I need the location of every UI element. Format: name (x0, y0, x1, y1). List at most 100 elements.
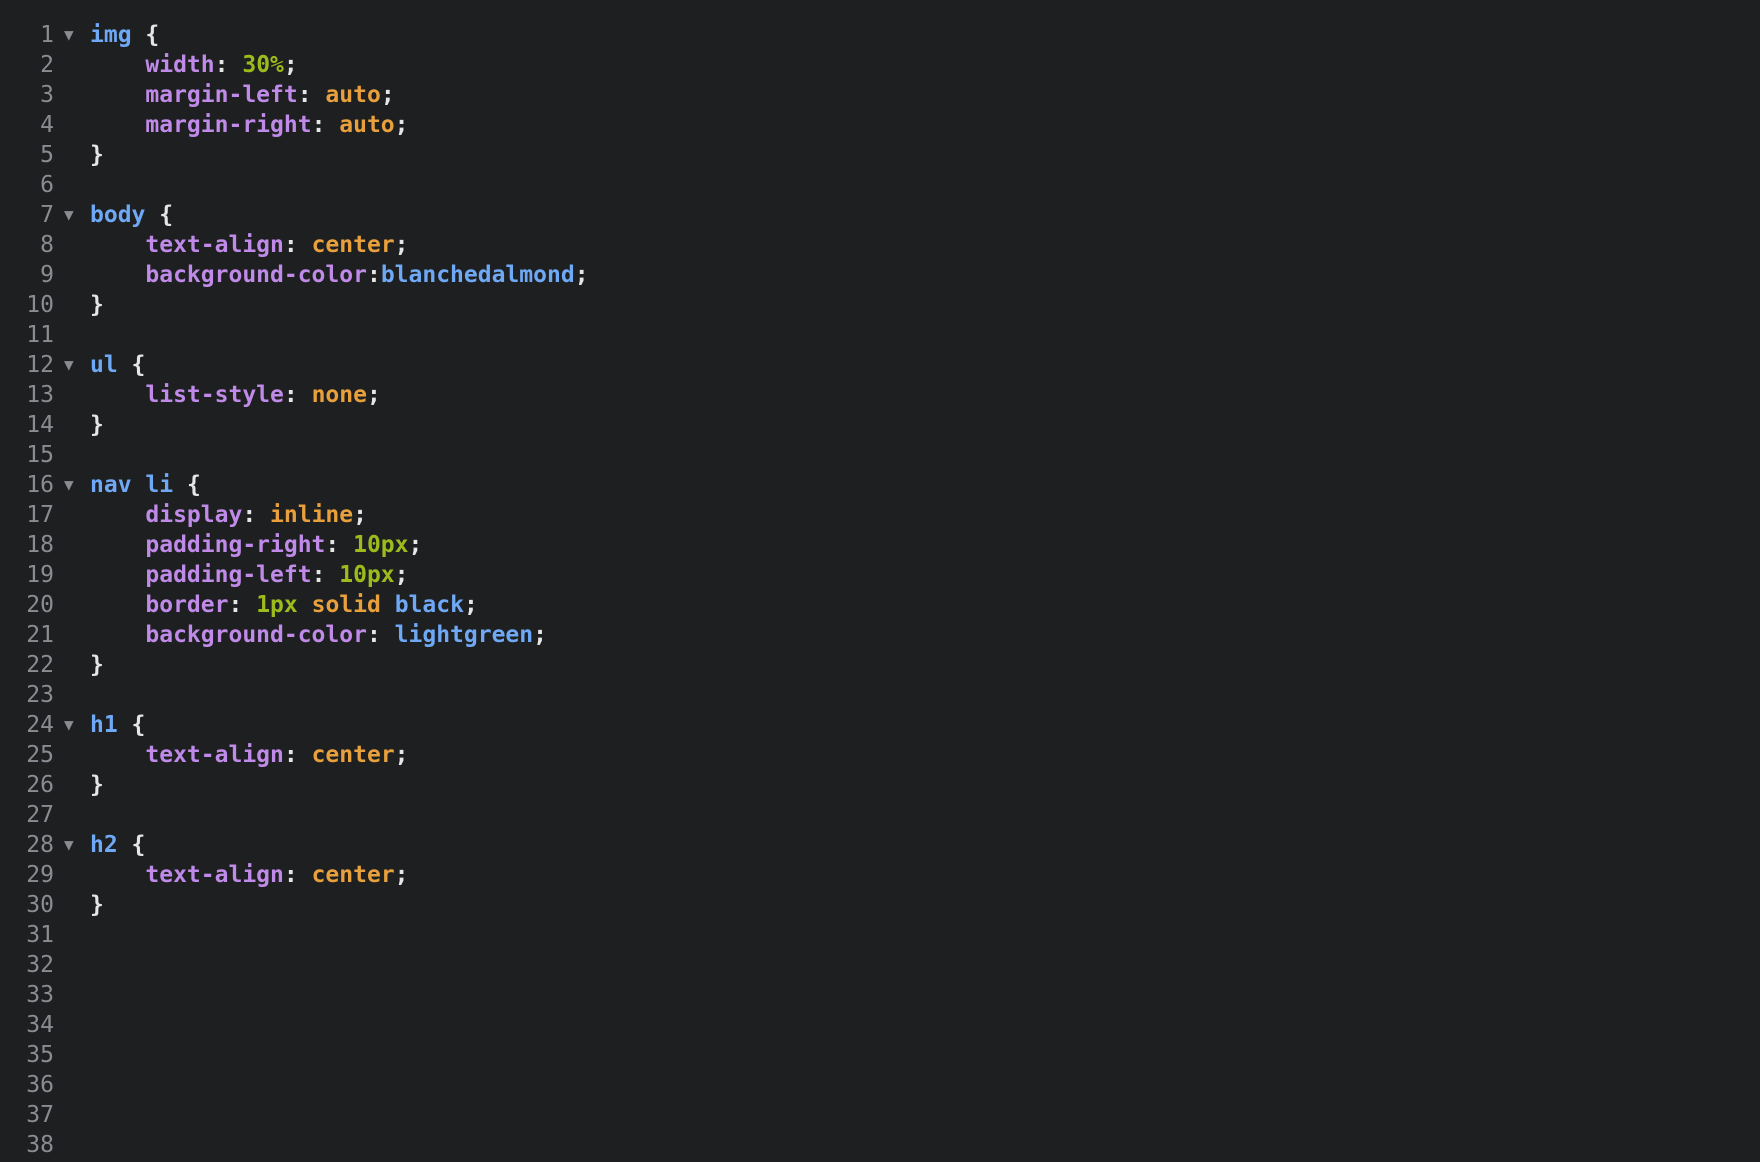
code-line[interactable]: 5} (0, 140, 1760, 170)
code-token-property: text-align (145, 862, 284, 888)
code-line[interactable]: 28 ▼ h2 { (0, 830, 1760, 860)
code-token-punctuation (90, 862, 145, 888)
code-text: h1 { (90, 710, 145, 740)
line-number: 10 (26, 292, 54, 318)
code-line[interactable]: 3 margin-left: auto; (0, 80, 1760, 110)
code-token-punctuation (132, 472, 146, 498)
code-line[interactable]: 4 margin-right: auto; (0, 110, 1760, 140)
code-line[interactable]: 36 (0, 1070, 1760, 1100)
line-number: 14 (26, 412, 54, 438)
code-line[interactable]: 25 text-align: center; (0, 740, 1760, 770)
code-text: h2 { (90, 830, 145, 860)
code-line[interactable]: 14} (0, 410, 1760, 440)
code-token-punctuation: : (283, 232, 312, 258)
code-token-punctuation (90, 502, 145, 528)
code-line[interactable]: 12 ▼ ul { (0, 350, 1760, 380)
code-token-selector: body (90, 202, 146, 228)
code-token-property: display (145, 502, 243, 528)
code-token-punctuation: : (283, 382, 312, 408)
code-line[interactable]: 21 background-color: lightgreen; (0, 620, 1760, 650)
code-line[interactable]: 37 (0, 1100, 1760, 1130)
code-line[interactable]: 24 ▼ h1 { (0, 710, 1760, 740)
code-token-punctuation (381, 592, 395, 618)
code-token-keyword-value: inline (270, 502, 354, 528)
fold-toggle-icon[interactable]: ▼ (64, 200, 80, 230)
code-line[interactable]: 27 (0, 800, 1760, 830)
code-line[interactable]: 33 (0, 980, 1760, 1010)
code-token-punctuation: { (117, 352, 146, 378)
code-line[interactable]: 2 width: 30%; (0, 50, 1760, 80)
code-token-punctuation: } (90, 292, 104, 318)
code-token-punctuation: { (131, 22, 160, 48)
line-number: 26 (26, 772, 54, 798)
code-line[interactable]: 19 padding-left: 10px; (0, 560, 1760, 590)
code-line[interactable]: 6 (0, 170, 1760, 200)
code-line[interactable]: 8 text-align: center; (0, 230, 1760, 260)
code-token-property: margin-left (145, 82, 298, 108)
code-line[interactable]: 13 list-style: none; (0, 380, 1760, 410)
line-number: 38 (26, 1132, 54, 1158)
code-token-keyword-value: center (311, 862, 395, 888)
code-token-punctuation (90, 382, 145, 408)
fold-toggle-icon[interactable]: ▼ (64, 20, 80, 50)
code-line[interactable]: 20 border: 1px solid black; (0, 590, 1760, 620)
line-number: 3 (40, 82, 54, 108)
code-token-punctuation: ; (408, 532, 423, 558)
code-token-punctuation: : (242, 502, 271, 528)
code-text: img { (90, 20, 159, 50)
line-number: 15 (26, 442, 54, 468)
fold-toggle-icon[interactable]: ▼ (64, 830, 80, 860)
code-token-named-value: black (394, 592, 464, 618)
code-line[interactable]: 26} (0, 770, 1760, 800)
code-line[interactable]: 18 padding-right: 10px; (0, 530, 1760, 560)
fold-toggle-icon[interactable]: ▼ (64, 710, 80, 740)
code-token-punctuation: : (283, 742, 312, 768)
code-token-punctuation: } (90, 142, 104, 168)
code-text: text-align: center; (90, 860, 408, 890)
code-token-punctuation: } (90, 772, 104, 798)
code-token-punctuation: : (214, 52, 243, 78)
code-token-punctuation: : (325, 532, 354, 558)
line-number: 7 (40, 202, 54, 228)
code-token-named-value: lightgreen (394, 622, 534, 648)
code-text: margin-right: auto; (90, 110, 408, 140)
fold-toggle-icon[interactable]: ▼ (64, 470, 80, 500)
code-token-selector: ul (90, 352, 118, 378)
code-line[interactable]: 34 (0, 1010, 1760, 1040)
code-line[interactable]: 23 (0, 680, 1760, 710)
code-line[interactable]: 29 text-align: center; (0, 860, 1760, 890)
line-number: 22 (26, 652, 54, 678)
code-line[interactable]: 1 ▼ img { (0, 20, 1760, 50)
code-line[interactable]: 16 ▼ nav li { (0, 470, 1760, 500)
code-line[interactable]: 10} (0, 290, 1760, 320)
code-line[interactable]: 7 ▼ body { (0, 200, 1760, 230)
code-line[interactable]: 22} (0, 650, 1760, 680)
code-token-keyword-value: none (311, 382, 367, 408)
fold-toggle-icon[interactable]: ▼ (64, 350, 80, 380)
code-line[interactable]: 31 (0, 920, 1760, 950)
code-line[interactable]: 9 background-color:blanchedalmond; (0, 260, 1760, 290)
code-line[interactable]: 30} (0, 890, 1760, 920)
code-token-selector: nav (90, 472, 132, 498)
code-text: } (90, 890, 104, 920)
line-number: 28 (26, 832, 54, 858)
code-line[interactable]: 15 (0, 440, 1760, 470)
line-number: 34 (26, 1012, 54, 1038)
line-number: 21 (26, 622, 54, 648)
code-token-punctuation: { (173, 472, 201, 498)
line-number: 17 (26, 502, 54, 528)
line-number: 5 (40, 142, 54, 168)
code-token-punctuation: : (311, 112, 340, 138)
code-line[interactable]: 38 (0, 1130, 1760, 1160)
code-token-property: background-color (145, 262, 367, 288)
code-text: background-color: lightgreen; (90, 620, 547, 650)
code-line[interactable]: 35 (0, 1040, 1760, 1070)
line-number: 24 (26, 712, 54, 738)
code-line[interactable]: 17 display: inline; (0, 500, 1760, 530)
line-number: 2 (40, 52, 54, 78)
code-token-keyword-value: auto (339, 112, 395, 138)
code-line[interactable]: 32 (0, 950, 1760, 980)
code-editor[interactable]: 1 ▼ img {2 width: 30%; 3 margin-left: auto;… (0, 0, 1760, 1162)
code-line[interactable]: 11 (0, 320, 1760, 350)
code-text: } (90, 650, 104, 680)
